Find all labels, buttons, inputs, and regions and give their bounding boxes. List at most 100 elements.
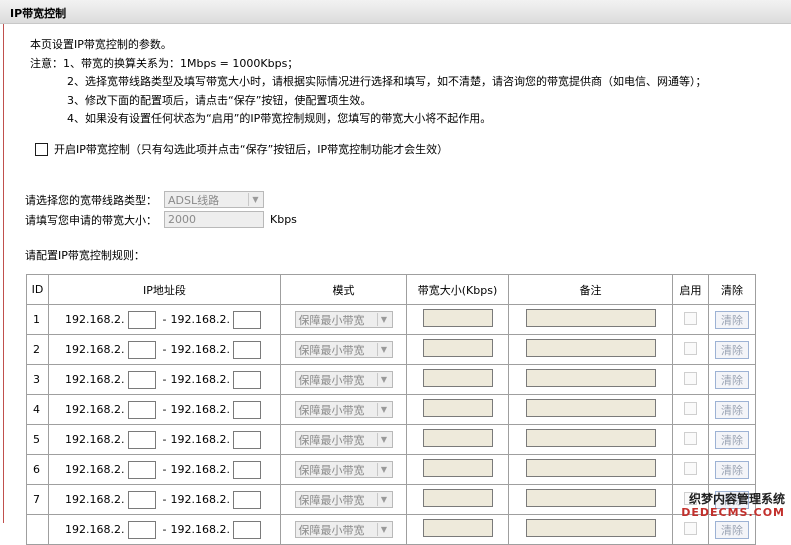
rule-bandwidth-input[interactable] xyxy=(422,399,493,417)
rule-note-cell xyxy=(508,514,673,545)
intro-line-2: 注意：1、带宽的换算关系为：1Mbps = 1000Kbps； xyxy=(30,56,299,70)
rule-bandwidth-input[interactable] xyxy=(422,519,493,537)
rule-id xyxy=(26,514,49,545)
rule-mode-select[interactable]: 保障最小带宽 ▼ xyxy=(294,401,393,418)
rule-clear-cell: 清除 xyxy=(708,454,756,485)
rule-row: 3 192.168.2. -192.168.2. 保障最小带宽 ▼ 清除 xyxy=(26,364,756,395)
ip-end-octet-input[interactable] xyxy=(232,400,261,419)
rule-clear-button[interactable]: 清除 xyxy=(715,520,749,539)
ip-prefix-start: 192.168.2. xyxy=(65,493,125,506)
rule-note-input[interactable] xyxy=(525,429,656,447)
rule-note-cell xyxy=(508,484,673,515)
rule-enable-checkbox[interactable] xyxy=(684,341,697,355)
ip-prefix-end: 192.168.2. xyxy=(170,343,230,356)
rule-enable-cell xyxy=(672,394,709,425)
rule-note-input[interactable] xyxy=(525,339,656,357)
rule-note-input[interactable] xyxy=(525,459,656,477)
rule-enable-cell xyxy=(672,514,709,545)
rule-clear-button[interactable]: 清除 xyxy=(715,310,749,329)
enable-bandwidth-control-checkbox[interactable] xyxy=(35,142,48,156)
rule-row: 1 192.168.2. -192.168.2. 保障最小带宽 ▼ 清除 xyxy=(26,304,756,335)
intro-line-4: 3、修改下面的配置项后，请点击“保存”按钮，使配置项生效。 xyxy=(67,93,372,107)
rule-bandwidth-input[interactable] xyxy=(422,369,493,387)
rule-ip-range: 192.168.2. -192.168.2. xyxy=(48,334,281,365)
rule-note-input[interactable] xyxy=(525,489,656,507)
rule-bandwidth-input[interactable] xyxy=(422,459,493,477)
rule-bandwidth-input[interactable] xyxy=(422,489,493,507)
page-title: IP带宽控制 xyxy=(10,7,67,20)
rule-mode-select[interactable]: 保障最小带宽 ▼ xyxy=(294,311,393,328)
bandwidth-unit: Kbps xyxy=(270,213,297,226)
rule-mode-select[interactable]: 保障最小带宽 ▼ xyxy=(294,341,393,358)
ip-end-octet-input[interactable] xyxy=(232,340,261,359)
rule-note-cell xyxy=(508,334,673,365)
rule-mode-select[interactable]: 保障最小带宽 ▼ xyxy=(294,431,393,448)
rule-mode-select[interactable]: 保障最小带宽 ▼ xyxy=(294,461,393,478)
bandwidth-input[interactable]: 2000 xyxy=(164,211,264,228)
rule-row: 7 192.168.2. -192.168.2. 保障最小带宽 ▼ 清除 xyxy=(26,484,756,515)
ip-start-octet-input[interactable] xyxy=(127,400,156,419)
rule-bandwidth-cell xyxy=(406,454,509,485)
rule-mode-select[interactable]: 保障最小带宽 ▼ xyxy=(294,521,393,538)
ip-start-octet-input[interactable] xyxy=(127,340,156,359)
ip-start-octet-input[interactable] xyxy=(127,370,156,389)
rule-enable-cell xyxy=(672,304,709,335)
rule-clear-button[interactable]: 清除 xyxy=(715,430,749,449)
ip-start-octet-input[interactable] xyxy=(127,310,156,329)
rule-bandwidth-input[interactable] xyxy=(422,309,493,327)
rule-mode-select[interactable]: 保障最小带宽 ▼ xyxy=(294,371,393,388)
chevron-down-icon: ▼ xyxy=(376,433,391,446)
ip-prefix-end: 192.168.2. xyxy=(170,433,230,446)
ip-start-octet-input[interactable] xyxy=(127,430,156,449)
rule-enable-checkbox[interactable] xyxy=(684,311,697,325)
rule-bandwidth-cell xyxy=(406,514,509,545)
rule-mode-cell: 保障最小带宽 ▼ xyxy=(280,424,407,455)
ip-start-octet-input[interactable] xyxy=(127,520,156,539)
rule-clear-button[interactable]: 清除 xyxy=(715,400,749,419)
ip-end-octet-input[interactable] xyxy=(232,370,261,389)
rule-enable-cell xyxy=(672,334,709,365)
rule-enable-checkbox[interactable] xyxy=(684,371,697,385)
ip-prefix-start: 192.168.2. xyxy=(65,313,125,326)
rule-id: 5 xyxy=(26,424,49,455)
rule-enable-checkbox[interactable] xyxy=(684,401,697,415)
rule-bandwidth-cell xyxy=(406,364,509,395)
rule-note-input[interactable] xyxy=(525,309,656,327)
ip-end-octet-input[interactable] xyxy=(232,460,261,479)
ip-end-octet-input[interactable] xyxy=(232,310,261,329)
rule-note-input[interactable] xyxy=(525,399,656,417)
rule-bandwidth-input[interactable] xyxy=(422,429,493,447)
rule-clear-cell: 清除 xyxy=(708,424,756,455)
rule-mode-value: 保障最小带宽 xyxy=(298,373,365,387)
ip-range-separator: - xyxy=(162,493,167,506)
left-border xyxy=(3,24,4,523)
rule-note-input[interactable] xyxy=(525,369,656,387)
rule-mode-value: 保障最小带宽 xyxy=(298,523,365,537)
rule-enable-checkbox[interactable] xyxy=(684,521,697,535)
rule-row: 5 192.168.2. -192.168.2. 保障最小带宽 ▼ 清除 xyxy=(26,424,756,455)
ip-start-octet-input[interactable] xyxy=(127,490,156,509)
line-type-select[interactable]: ADSL线路 ▼ xyxy=(164,191,264,208)
rule-mode-value: 保障最小带宽 xyxy=(298,493,365,507)
chevron-down-icon: ▼ xyxy=(376,343,391,356)
rule-mode-select[interactable]: 保障最小带宽 ▼ xyxy=(294,491,393,508)
ip-range-separator: - xyxy=(162,373,167,386)
ip-start-octet-input[interactable] xyxy=(127,460,156,479)
rule-clear-button[interactable]: 清除 xyxy=(715,370,749,389)
rule-enable-checkbox[interactable] xyxy=(684,431,697,445)
ip-end-octet-input[interactable] xyxy=(232,490,261,509)
header-bandwidth: 带宽大小(Kbps) xyxy=(406,274,509,305)
rule-clear-cell: 清除 xyxy=(708,394,756,425)
chevron-down-icon: ▼ xyxy=(376,523,391,536)
rule-bandwidth-input[interactable] xyxy=(422,339,493,357)
rule-enable-checkbox[interactable] xyxy=(684,461,697,475)
rule-note-input[interactable] xyxy=(525,519,656,537)
ip-end-octet-input[interactable] xyxy=(232,430,261,449)
rule-clear-button[interactable]: 清除 xyxy=(715,460,749,479)
rule-clear-button[interactable]: 清除 xyxy=(715,340,749,359)
watermark-line-1: 织梦内容管理系统 xyxy=(688,492,785,506)
ip-end-octet-input[interactable] xyxy=(232,520,261,539)
rule-bandwidth-cell xyxy=(406,334,509,365)
rules-label: 请配置IP带宽控制规则： xyxy=(25,249,145,262)
rule-id: 2 xyxy=(26,334,49,365)
